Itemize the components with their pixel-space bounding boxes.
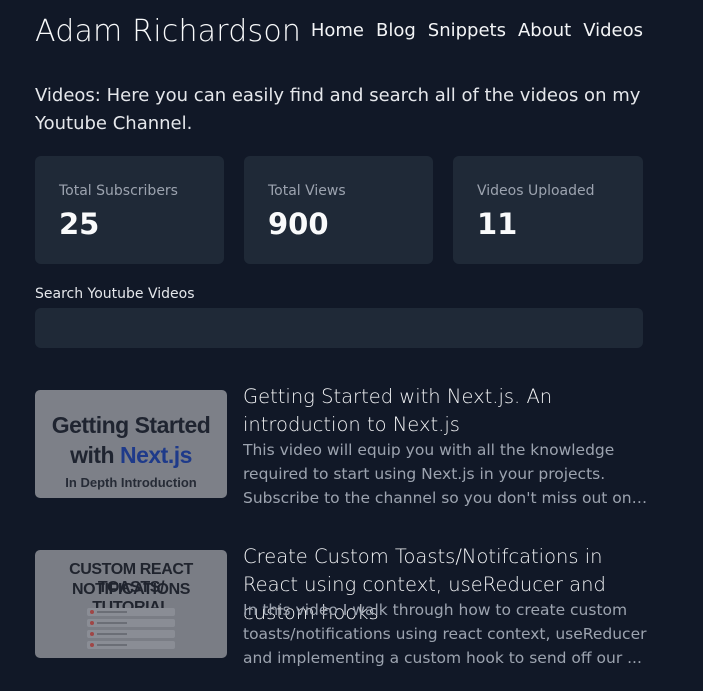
nav-snippets[interactable]: Snippets xyxy=(428,20,506,41)
stat-label: Total Subscribers xyxy=(59,183,178,199)
nav-home[interactable]: Home xyxy=(311,20,364,41)
video-thumbnail[interactable]: Getting Started with Next.js In Depth In… xyxy=(35,390,227,498)
stat-card-views: Total Views 900 xyxy=(244,156,433,264)
video-title[interactable]: Getting Started with Next.js. An introdu… xyxy=(243,383,648,439)
thumbnail-text: with Next.js xyxy=(70,442,192,468)
video-item[interactable]: Getting Started with Next.js In Depth In… xyxy=(35,383,643,513)
video-item[interactable]: CUSTOM REACT TOASTS/ NOTIFICATIONS TUTOR… xyxy=(35,543,646,673)
toast-preview-graphic xyxy=(87,608,175,652)
site-header: Adam Richardson Home Blog Snippets About… xyxy=(35,14,643,50)
stat-label: Videos Uploaded xyxy=(477,183,595,199)
stat-label: Total Views xyxy=(268,183,346,199)
search-label: Search Youtube Videos xyxy=(35,286,195,302)
stat-card-subscribers: Total Subscribers 25 xyxy=(35,156,224,264)
thumbnail-text: Getting Started xyxy=(51,412,211,438)
video-description: In this video I walk through how to crea… xyxy=(243,601,647,667)
thumbnail-text: In Depth Introduction xyxy=(65,475,197,490)
site-title[interactable]: Adam Richardson xyxy=(35,14,301,49)
stat-value: 25 xyxy=(59,207,100,241)
stat-value: 11 xyxy=(477,207,518,241)
stat-value: 900 xyxy=(268,207,329,241)
nav-blog[interactable]: Blog xyxy=(376,20,416,41)
stat-card-videos-uploaded: Videos Uploaded 11 xyxy=(453,156,643,264)
video-description: This video will equip you with all the k… xyxy=(243,441,632,507)
search-input[interactable] xyxy=(35,308,643,348)
page-intro: Videos: Here you can easily find and sea… xyxy=(35,85,641,134)
nav-about[interactable]: About xyxy=(518,20,571,41)
stats-grid: Total Subscribers 25 Total Views 900 Vid… xyxy=(35,156,643,264)
video-thumbnail[interactable]: CUSTOM REACT TOASTS/ NOTIFICATIONS TUTOR… xyxy=(35,550,227,658)
nav-videos[interactable]: Videos xyxy=(583,20,643,41)
main-nav: Home Blog Snippets About Videos xyxy=(299,20,643,41)
